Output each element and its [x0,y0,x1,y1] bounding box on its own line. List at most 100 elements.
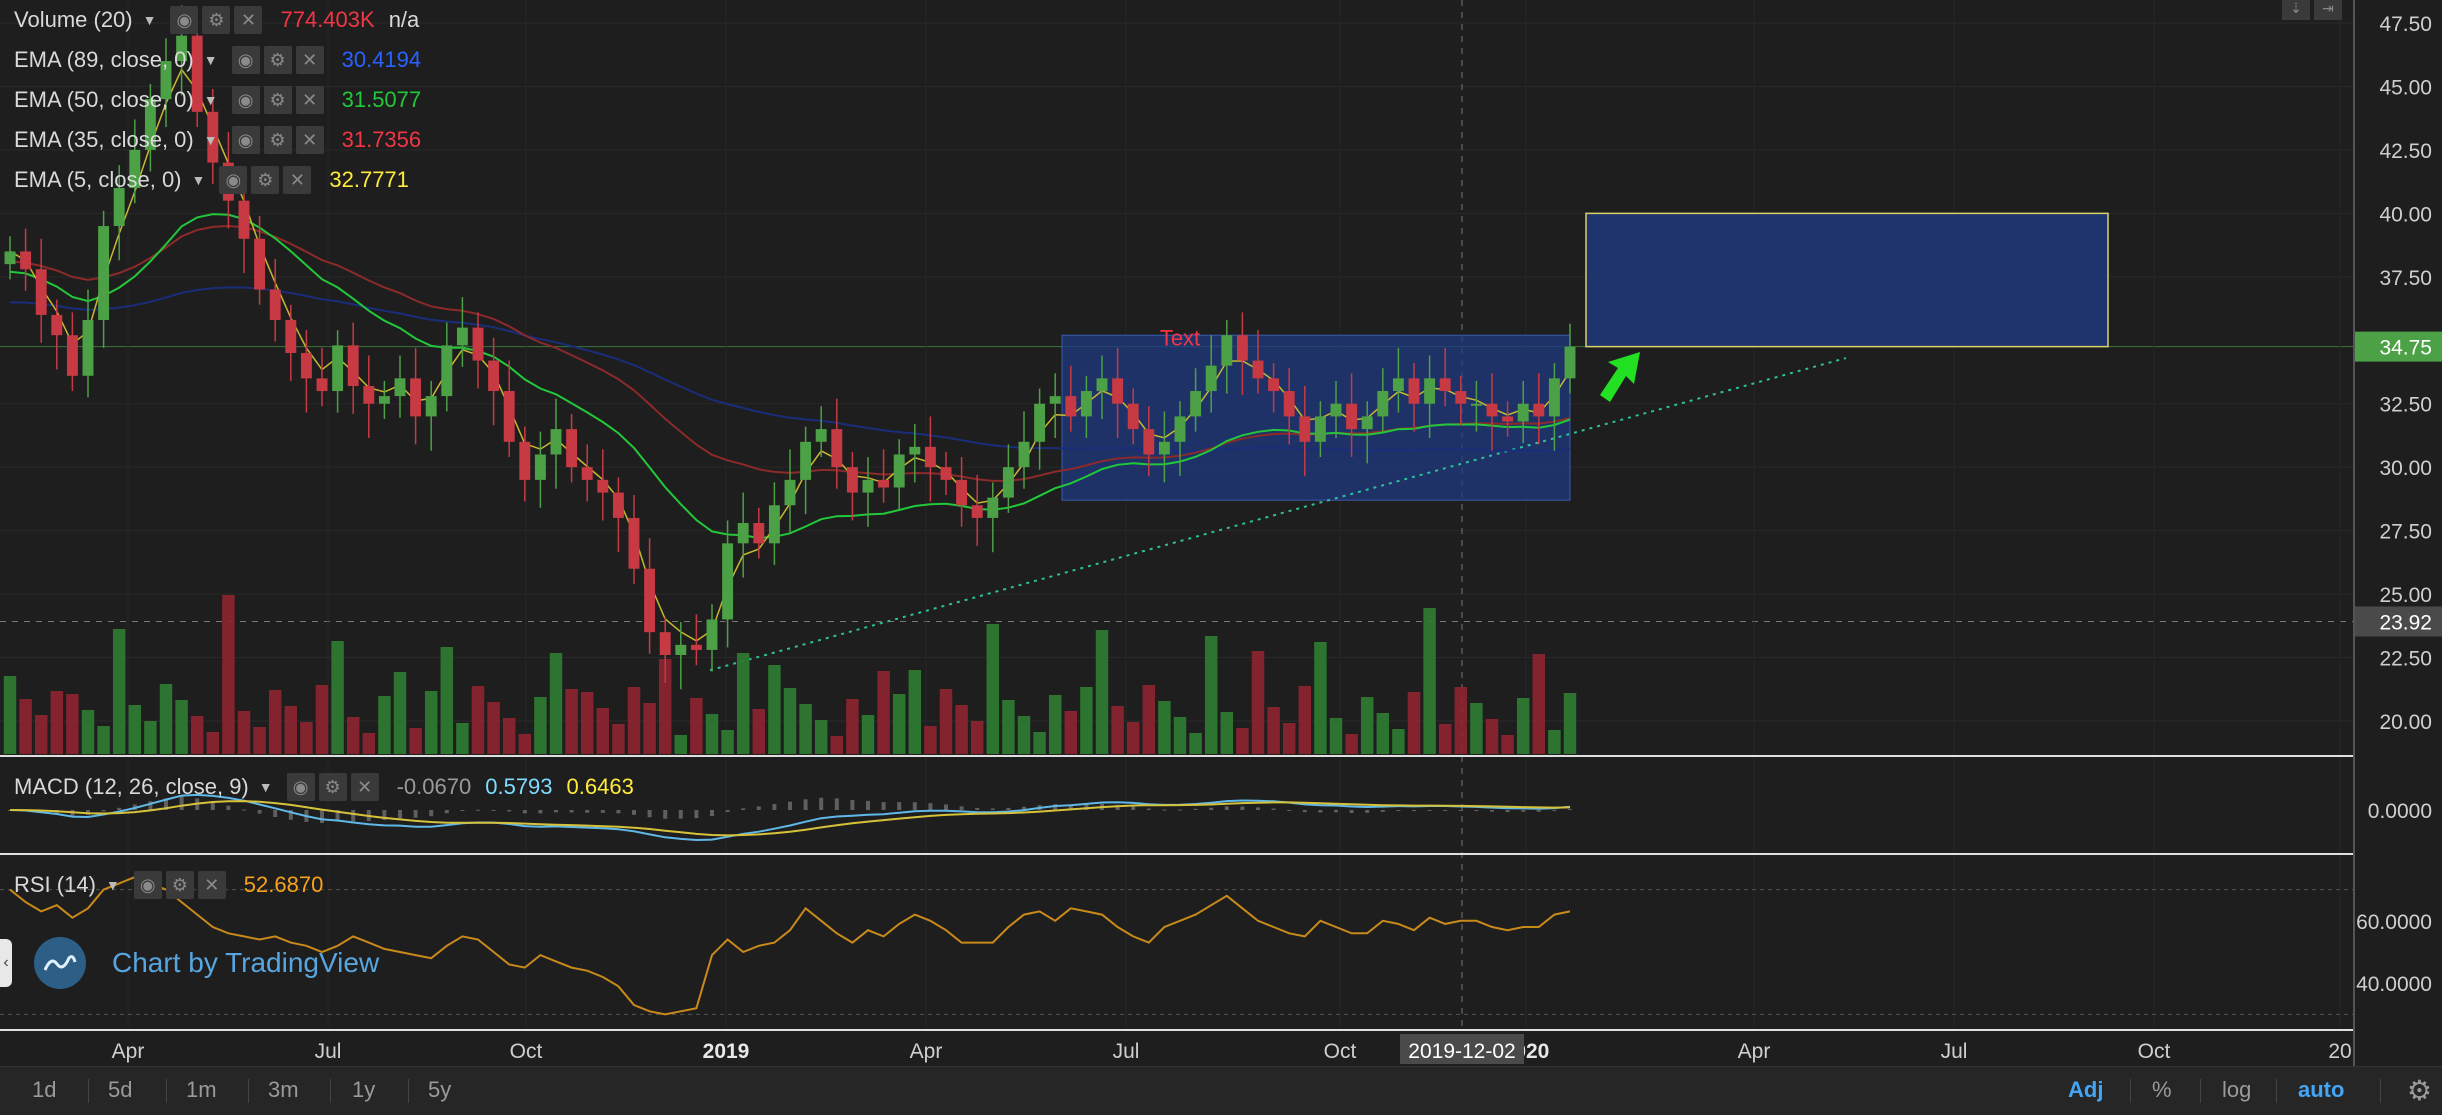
volume-bar [1017,716,1031,754]
eye-icon[interactable]: ◉ [219,166,248,194]
chevron-down-icon[interactable]: ▼ [204,52,218,68]
chevron-down-icon[interactable]: ▼ [204,132,218,148]
macd-histogram-bar [725,810,730,812]
timeframe-3m[interactable]: 3m [268,1077,299,1103]
volume-bar [534,697,547,754]
divider [2276,1079,2277,1103]
gear-icon[interactable]: ⚙ [251,166,280,194]
candle-body [1002,467,1014,498]
volume-bar [331,641,344,754]
macd-histogram-bar [1505,810,1510,813]
volume-bar [986,624,1000,754]
macd-histogram-bar [1568,809,1572,811]
volume-bar [612,724,625,754]
time-tick-label: Jul [315,1040,342,1063]
candle-body [831,429,843,468]
chevron-down-icon[interactable]: ▼ [204,92,218,108]
percent-toggle[interactable]: % [2152,1077,2172,1103]
close-icon[interactable]: ✕ [283,166,312,194]
legend-ema5[interactable]: EMA (5, close, 0) ▼ ◉ ⚙ ✕ 32.7771 [14,163,409,197]
gear-icon[interactable]: ⚙ [2407,1074,2432,1107]
macd-histogram-bar [756,806,761,810]
volume-bar [1173,717,1187,754]
legend-value: 30.4194 [341,47,422,72]
gear-icon[interactable]: ⚙ [202,6,231,34]
volume-bar [159,684,173,754]
divider [330,1079,331,1103]
legend-macd[interactable]: MACD (12, 26, close, 9) ▼ ◉ ⚙ ✕ -0.0670 … [14,770,634,804]
candle-body [1205,365,1217,392]
gear-icon[interactable]: ⚙ [263,126,292,154]
close-icon[interactable]: ✕ [350,773,379,801]
close-icon[interactable]: ✕ [295,86,324,114]
time-tick-label: Jul [1941,1040,1968,1063]
price-chart[interactable]: Text 0.0000 60.0000 40.0000 47.50 45.00 42.… [0,0,2442,1066]
volume-bar [830,736,844,754]
macd-histogram-bar [819,797,824,810]
chevron-down-icon[interactable]: ▼ [192,172,206,188]
volume-bar [1501,735,1514,754]
volume-bar [1392,729,1405,754]
gear-icon[interactable]: ⚙ [165,871,194,899]
timeframe-5y[interactable]: 5y [428,1077,451,1103]
macd-histogram-bar [632,810,636,815]
eye-icon[interactable]: ◉ [231,126,260,154]
divider [408,1079,409,1103]
candle-body [51,314,63,336]
macd-histogram-bar [554,810,558,813]
scroll-down-button[interactable]: ⇣ [2282,0,2310,20]
volume-bar [346,717,360,754]
tradingview-watermark[interactable]: ‹ Chart by TradingView [0,928,400,998]
candle-body [441,345,453,397]
chevron-down-icon[interactable]: ▼ [106,877,120,893]
scroll-end-button[interactable]: ⇥ [2314,0,2342,20]
volume-bar [1282,723,1296,754]
timeframe-1m[interactable]: 1m [186,1077,217,1103]
collapse-tab[interactable]: ‹ [0,939,12,987]
legend-ema50[interactable]: EMA (50, close, 0) ▼ ◉ ⚙ ✕ 31.5077 [14,83,421,117]
divider [88,1079,89,1103]
timeframe-1y[interactable]: 1y [352,1077,375,1103]
eye-icon[interactable]: ◉ [231,86,260,114]
timeframe-1d[interactable]: 1d [32,1077,56,1103]
price-tick-label: 20.00 [2379,711,2432,734]
macd-histogram-bar [600,810,605,813]
log-toggle[interactable]: log [2222,1077,2251,1103]
candle-body [410,378,422,417]
eye-icon[interactable]: ◉ [231,46,260,74]
candle-body [425,396,437,417]
close-icon[interactable]: ✕ [234,6,263,34]
legend-rsi[interactable]: RSI (14) ▼ ◉ ⚙ ✕ 52.6870 [14,868,323,902]
close-icon[interactable]: ✕ [295,46,324,74]
chevron-down-icon[interactable]: ▼ [143,12,157,28]
adjust-toggle[interactable]: Adj [2068,1077,2103,1103]
gear-icon[interactable]: ⚙ [318,773,347,801]
candle-body [878,479,890,488]
close-icon[interactable]: ✕ [197,871,226,899]
chevron-down-icon[interactable]: ▼ [259,779,273,795]
legend-volume[interactable]: Volume (20) ▼ ◉ ⚙ ✕ 774.403K n/a [14,3,419,37]
volume-bar [690,698,703,754]
timeframe-5d[interactable]: 5d [108,1077,132,1103]
candle-body [1065,396,1077,417]
auto-scale-toggle[interactable]: auto [2298,1077,2344,1103]
eye-icon[interactable]: ◉ [286,773,315,801]
candle-body [1252,360,1264,379]
gear-icon[interactable]: ⚙ [263,86,292,114]
volume-bar [1267,707,1280,754]
candle-body [332,345,344,392]
crosshair-price-label: 23.92 [2379,612,2432,635]
candle-body [1439,378,1451,392]
legend-ema35[interactable]: EMA (35, close, 0) ▼ ◉ ⚙ ✕ 31.7356 [14,123,421,157]
candle-body [846,467,858,493]
eye-icon[interactable]: ◉ [170,6,199,34]
close-icon[interactable]: ✕ [295,126,324,154]
price-tick-label: 40.00 [2379,203,2432,226]
gear-icon[interactable]: ⚙ [263,46,292,74]
macd-histogram-bar [101,810,106,812]
macd-histogram-bar [1193,808,1198,810]
macd-histogram-bar [1302,810,1307,813]
eye-icon[interactable]: ◉ [133,871,162,899]
volume-bar [284,706,298,754]
legend-ema89[interactable]: EMA (89, close, 0) ▼ ◉ ⚙ ✕ 30.4194 [14,43,421,77]
